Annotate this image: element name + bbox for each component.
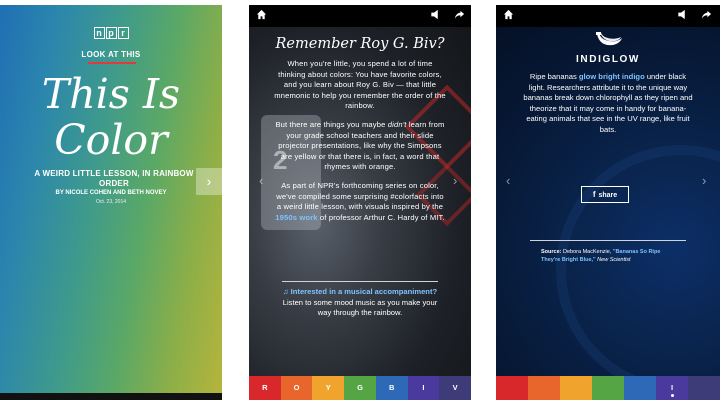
chevron-right-icon[interactable]: › bbox=[702, 173, 706, 188]
paragraph-2: But there are things you maybe didn't le… bbox=[273, 120, 447, 173]
home-icon[interactable] bbox=[503, 9, 514, 24]
paragraph-3: As part of NPR's forthcoming series on c… bbox=[273, 181, 447, 223]
rainbow-nav: I bbox=[496, 376, 720, 400]
home-icon[interactable] bbox=[256, 9, 267, 24]
indiglow-screen: INDIGLOW Ripe bananas glow bright indigo… bbox=[496, 5, 720, 400]
glow-link[interactable]: glow bright indigo bbox=[579, 72, 645, 81]
music-prompt: ♫ Interested in a musical accompaniment?… bbox=[275, 287, 445, 319]
next-slide-button[interactable]: › bbox=[196, 168, 222, 195]
kicker: LOOK AT THIS bbox=[81, 50, 141, 59]
background-circle bbox=[556, 145, 720, 395]
share-arrow-icon[interactable] bbox=[454, 9, 465, 24]
chevron-left-icon[interactable]: ‹ bbox=[259, 173, 263, 188]
chevron-right-icon: › bbox=[206, 173, 212, 189]
logo-letter-r: r bbox=[117, 27, 129, 39]
nav-green[interactable] bbox=[592, 376, 624, 400]
byline: BY NICOLE COHEN AND BETH NOVEY bbox=[55, 190, 167, 196]
cover-subtitle: A WEIRD LITTLE LESSON, IN RAINBOW ORDER bbox=[34, 169, 194, 188]
paragraph-1: When you're little, you spend a lot of t… bbox=[274, 59, 446, 111]
nav-orange[interactable] bbox=[528, 376, 560, 400]
nav-orange[interactable]: O bbox=[280, 376, 313, 400]
facebook-icon: f bbox=[592, 190, 596, 199]
nav-yellow[interactable] bbox=[560, 376, 592, 400]
source-publication: New Scientist bbox=[595, 256, 631, 263]
logo-letter-n: n bbox=[93, 27, 105, 39]
publish-date: Oct. 23, 2014 bbox=[95, 199, 127, 205]
paragraph-3-end: of professor Arthur C. Hardy of MIT. bbox=[317, 212, 445, 222]
banana-icon bbox=[596, 32, 622, 46]
cover-title-line-2: Color bbox=[54, 116, 168, 164]
paragraph-2-start: But there are things you maybe bbox=[275, 119, 388, 129]
slide-body: Ripe bananas glow bright indigo under bl… bbox=[523, 72, 693, 136]
chevron-right-icon[interactable]: › bbox=[453, 173, 457, 188]
nav-red[interactable] bbox=[496, 376, 528, 400]
body-end: under black light. Researchers attribute… bbox=[523, 72, 693, 134]
nav-indigo-active[interactable]: I bbox=[656, 376, 688, 400]
slide-title: Remember Roy G. Biv? bbox=[275, 36, 445, 52]
slide-body: When you're little, you spend a lot of t… bbox=[273, 59, 447, 231]
active-indicator-dot bbox=[670, 394, 674, 397]
rainbow-nav: R O Y G B I V bbox=[249, 376, 471, 400]
top-bar bbox=[496, 5, 720, 27]
top-bar bbox=[249, 5, 471, 27]
share-arrow-icon[interactable] bbox=[701, 9, 712, 24]
music-link[interactable]: ♫ Interested in a musical accompaniment? bbox=[283, 287, 437, 296]
nav-violet[interactable]: V bbox=[439, 376, 471, 400]
nav-red[interactable]: R bbox=[249, 376, 281, 400]
speaker-icon[interactable] bbox=[677, 9, 687, 24]
hardy-work-link[interactable]: 1950s work bbox=[275, 213, 317, 222]
music-text: Listen to some mood music as you make yo… bbox=[282, 297, 438, 318]
facebook-share-button[interactable]: f share bbox=[581, 186, 629, 203]
cover-title-line-1: This Is bbox=[41, 70, 181, 118]
source-label: Source: bbox=[541, 249, 562, 255]
chevron-left-icon[interactable]: ‹ bbox=[506, 173, 510, 188]
slide-title: INDIGLOW bbox=[576, 54, 640, 65]
nav-indigo[interactable]: I bbox=[407, 376, 440, 400]
nav-green[interactable]: G bbox=[344, 376, 376, 400]
npr-logo: n p r bbox=[0, 27, 222, 39]
cover-title: This Is Color bbox=[0, 71, 222, 163]
cover-screen: n p r LOOK AT THIS This Is Color A WEIRD… bbox=[0, 5, 222, 400]
source-credit: Source: Debora MacKenzie, "Bananas So Ri… bbox=[541, 249, 681, 264]
nav-violet[interactable] bbox=[688, 376, 720, 400]
nav-yellow[interactable]: Y bbox=[312, 376, 345, 400]
cover-bottom-bar bbox=[0, 393, 222, 400]
kicker-divider bbox=[88, 62, 136, 64]
logo-letter-p: p bbox=[105, 27, 117, 39]
divider bbox=[530, 240, 686, 241]
nav-blue[interactable] bbox=[624, 376, 656, 400]
divider bbox=[282, 281, 438, 282]
share-label: share bbox=[598, 192, 618, 199]
nav-indigo-label: I bbox=[670, 383, 674, 392]
body-start: Ripe bananas bbox=[529, 72, 579, 81]
paragraph-2-emphasis: didn't bbox=[387, 119, 407, 129]
source-author: Debora MacKenzie, bbox=[561, 249, 613, 255]
roy-g-biv-screen: 2 Remember Roy G. Biv? When you're littl… bbox=[249, 5, 471, 400]
paragraph-3-start: As part of NPR's forthcoming series on c… bbox=[276, 180, 444, 212]
speaker-icon[interactable] bbox=[430, 9, 440, 24]
nav-blue[interactable]: B bbox=[375, 376, 408, 400]
